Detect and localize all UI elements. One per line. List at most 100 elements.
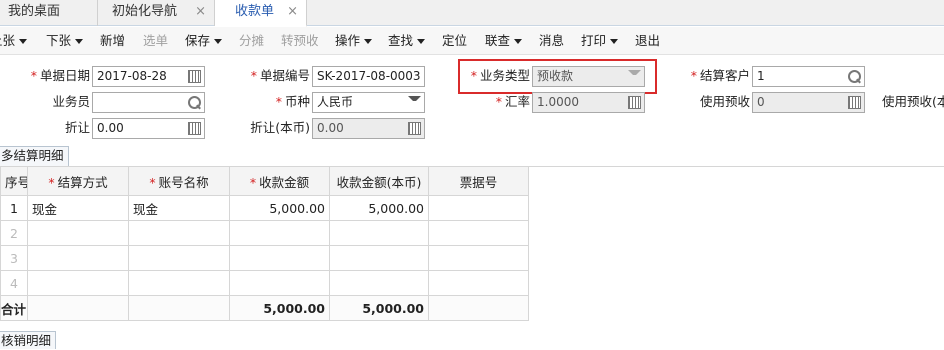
table-row[interactable]: 1 现金 现金 5,000.00 5,000.00 bbox=[0, 195, 529, 221]
customer-label: * 结算客户 bbox=[680, 66, 750, 86]
cell-account[interactable] bbox=[128, 220, 230, 246]
cell-amount[interactable] bbox=[229, 270, 330, 296]
doc-date-label: * 单据日期 bbox=[20, 66, 90, 86]
section-tab-settle-detail[interactable]: 多结算明细 bbox=[0, 146, 69, 166]
table-row[interactable]: 2 bbox=[0, 220, 529, 246]
search-icon[interactable] bbox=[188, 96, 201, 109]
toolbar: 上张 下张 新增 选单 保存 分摊 转预收 操作 查找 定位 联查 消息 打印 … bbox=[0, 27, 944, 55]
cell-amount[interactable] bbox=[229, 245, 330, 271]
total-cell-empty bbox=[27, 295, 129, 321]
col-header-label: 收款金额 bbox=[259, 174, 310, 190]
doc-no-field[interactable]: SK-2017-08-0003 bbox=[312, 66, 425, 87]
cell-account[interactable] bbox=[128, 245, 230, 271]
customer-value: 1 bbox=[757, 69, 765, 83]
salesman-label: 业务员 bbox=[20, 92, 90, 112]
col-header-amount-local[interactable]: 收款金额(本币) bbox=[329, 166, 429, 196]
calendar-icon[interactable] bbox=[188, 70, 201, 83]
next-button[interactable]: 下张 bbox=[46, 27, 84, 55]
message-button[interactable]: 消息 bbox=[539, 27, 564, 55]
operate-label: 操作 bbox=[335, 33, 361, 48]
section-tab-label: 多结算明细 bbox=[1, 148, 64, 163]
calculator-icon[interactable] bbox=[188, 122, 201, 135]
find-button[interactable]: 查找 bbox=[388, 27, 426, 55]
col-header-method[interactable]: * 结算方式 bbox=[27, 166, 129, 196]
save-button[interactable]: 保存 bbox=[185, 27, 223, 55]
cell-method[interactable]: 现金 bbox=[27, 195, 129, 221]
biz-type-select[interactable]: 预收款 bbox=[532, 66, 645, 87]
table-row[interactable]: 4 bbox=[0, 270, 529, 296]
operate-button[interactable]: 操作 bbox=[335, 27, 373, 55]
cell-amount[interactable]: 5,000.00 bbox=[229, 195, 330, 221]
tab-receipt[interactable]: 收款单 × bbox=[215, 0, 307, 27]
tab-label: 我的桌面 bbox=[8, 4, 61, 19]
cell-method[interactable] bbox=[27, 220, 129, 246]
search-icon[interactable] bbox=[848, 70, 861, 83]
calculator-icon[interactable] bbox=[628, 96, 641, 109]
row-index: 4 bbox=[0, 270, 28, 296]
to-prepay-button[interactable]: 转预收 bbox=[281, 27, 319, 55]
allocate-button[interactable]: 分摊 bbox=[239, 27, 264, 55]
total-amount: 5,000.00 bbox=[229, 295, 330, 321]
col-header-label: 收款金额(本币) bbox=[336, 174, 422, 190]
chevron-down-icon bbox=[417, 39, 426, 44]
cell-method[interactable] bbox=[27, 270, 129, 296]
prev-button[interactable]: 上张 bbox=[0, 27, 28, 55]
cell-bill-no[interactable] bbox=[428, 270, 529, 296]
cell-bill-no[interactable] bbox=[428, 195, 529, 221]
cell-amount-local[interactable] bbox=[329, 220, 429, 246]
doc-date-field[interactable]: 2017-08-28 bbox=[92, 66, 205, 87]
exit-label: 退出 bbox=[635, 33, 661, 48]
tab-my-desktop[interactable]: 我的桌面 bbox=[0, 0, 98, 26]
cell-amount[interactable] bbox=[229, 220, 330, 246]
cell-amount-local[interactable] bbox=[329, 270, 429, 296]
cell-account[interactable]: 现金 bbox=[128, 195, 230, 221]
cell-amount-local[interactable] bbox=[329, 245, 429, 271]
new-button[interactable]: 新增 bbox=[100, 27, 125, 55]
grid-header-row: 序号 *结算方式 *账号名称 *收款金额 收款金额(本币) 票据号 bbox=[0, 166, 529, 196]
discount-local-field[interactable]: 0.00 bbox=[312, 118, 425, 139]
select-doc-button[interactable]: 选单 bbox=[143, 27, 168, 55]
print-button[interactable]: 打印 bbox=[581, 27, 619, 55]
cell-method[interactable] bbox=[27, 245, 129, 271]
close-icon[interactable]: × bbox=[195, 0, 206, 24]
table-row[interactable]: 3 bbox=[0, 245, 529, 271]
customer-label-text: 结算客户 bbox=[699, 68, 750, 83]
next-label: 下张 bbox=[46, 33, 72, 48]
cell-bill-no[interactable] bbox=[428, 245, 529, 271]
doc-no-value: SK-2017-08-0003 bbox=[317, 69, 421, 83]
total-label: 合计 bbox=[0, 295, 28, 321]
salesman-field[interactable] bbox=[92, 92, 205, 113]
linked-query-button[interactable]: 联查 bbox=[485, 27, 523, 55]
calculator-icon[interactable] bbox=[848, 96, 861, 109]
calculator-icon[interactable] bbox=[408, 122, 421, 135]
chevron-down-icon[interactable] bbox=[408, 96, 421, 109]
exit-button[interactable]: 退出 bbox=[635, 27, 660, 55]
row-index: 1 bbox=[0, 195, 28, 221]
col-header-bill-no[interactable]: 票据号 bbox=[428, 166, 529, 196]
chevron-down-icon[interactable] bbox=[628, 70, 641, 83]
col-header-amount[interactable]: * 收款金额 bbox=[229, 166, 330, 196]
col-header-account[interactable]: * 账号名称 bbox=[128, 166, 230, 196]
use-prepay-field[interactable]: 0 bbox=[752, 92, 865, 113]
print-label: 打印 bbox=[581, 33, 607, 48]
section-tab-writeoff-detail[interactable]: 核销明细 bbox=[0, 331, 57, 349]
chevron-down-icon bbox=[364, 39, 373, 44]
use-prepay-local-label: 使用预收(本 bbox=[882, 92, 944, 112]
customer-field[interactable]: 1 bbox=[752, 66, 865, 87]
doc-no-label: * 单据编号 bbox=[240, 66, 310, 86]
col-header-index[interactable]: 序号 bbox=[0, 166, 28, 196]
currency-select[interactable]: 人民币 bbox=[312, 92, 425, 113]
locate-button[interactable]: 定位 bbox=[442, 27, 467, 55]
new-label: 新增 bbox=[100, 33, 126, 48]
close-icon[interactable]: × bbox=[287, 0, 298, 24]
cell-account[interactable] bbox=[128, 270, 230, 296]
cell-bill-no[interactable] bbox=[428, 220, 529, 246]
cell-amount-local[interactable]: 5,000.00 bbox=[329, 195, 429, 221]
tab-init-nav[interactable]: 初始化导航 × bbox=[98, 0, 215, 26]
discount-field[interactable]: 0.00 bbox=[92, 118, 205, 139]
to-prepay-label: 转预收 bbox=[281, 33, 319, 48]
rate-field[interactable]: 1.0000 bbox=[532, 92, 645, 113]
total-row: 合计 5,000.00 5,000.00 bbox=[0, 295, 529, 321]
chevron-down-icon bbox=[514, 39, 523, 44]
use-prepay-value: 0 bbox=[757, 95, 765, 109]
